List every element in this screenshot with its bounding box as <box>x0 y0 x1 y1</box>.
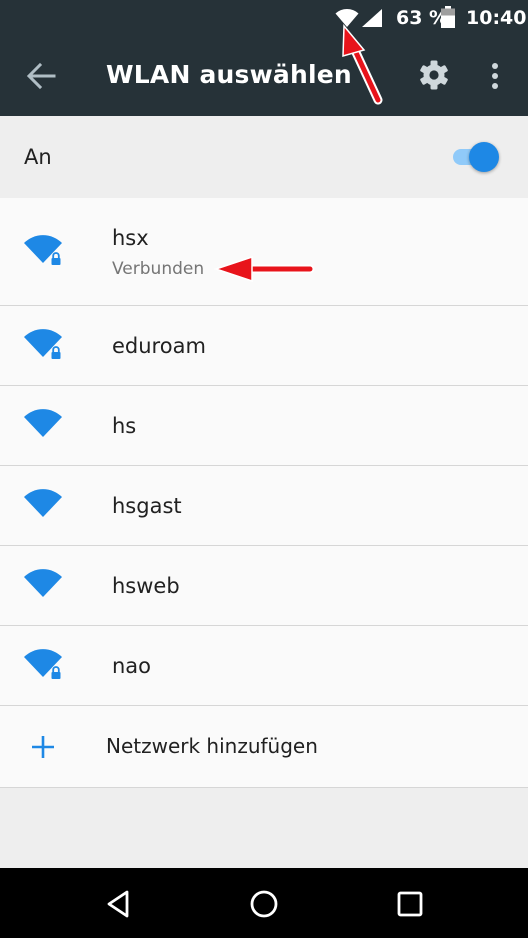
network-ssid: nao <box>112 654 152 678</box>
wlan-switch-label: An <box>24 145 52 169</box>
wifi-lock-icon <box>24 649 62 679</box>
more-vert-icon[interactable] <box>484 60 506 92</box>
network-status: Verbunden <box>112 259 205 279</box>
plus-icon <box>32 736 54 758</box>
wifi-lock-icon <box>24 235 62 265</box>
network-item-eduroam[interactable]: eduroam <box>0 306 528 386</box>
network-ssid: hsweb <box>112 574 180 598</box>
cell-signal-icon <box>362 9 382 27</box>
wifi-icon <box>24 409 62 437</box>
network-ssid: hsgast <box>112 494 182 518</box>
network-item-nao[interactable]: nao <box>0 626 528 706</box>
system-nav-bar <box>0 868 528 938</box>
battery-icon <box>441 6 455 28</box>
settings-gear-icon[interactable] <box>418 59 450 91</box>
nav-recents-icon[interactable] <box>392 886 428 922</box>
network-item-hsgast[interactable]: hsgast <box>0 466 528 546</box>
status-bar: 63 % 10:40 <box>0 0 528 36</box>
wlan-toggle[interactable] <box>453 140 503 174</box>
nav-back-icon[interactable] <box>100 886 136 922</box>
back-arrow-icon[interactable] <box>26 62 56 90</box>
toolbar: WLAN auswählen <box>0 36 528 116</box>
wifi-icon <box>335 9 359 27</box>
network-item-hsx[interactable]: hsx Verbunden <box>0 198 528 306</box>
toggle-thumb <box>469 142 499 172</box>
network-item-hs[interactable]: hs <box>0 386 528 466</box>
page-title: WLAN auswählen <box>106 60 352 89</box>
network-ssid: hsx <box>112 226 149 250</box>
nav-home-icon[interactable] <box>246 886 282 922</box>
clock: 10:40 <box>466 7 527 29</box>
network-list: hsx Verbunden eduroam hs hsgast hsweb na… <box>0 198 528 788</box>
wifi-icon <box>24 489 62 517</box>
network-item-hsweb[interactable]: hsweb <box>0 546 528 626</box>
network-ssid: hs <box>112 414 137 438</box>
wifi-lock-icon <box>24 329 62 359</box>
wlan-master-switch-row[interactable]: An <box>0 116 528 198</box>
add-network-label: Netzwerk hinzufügen <box>106 734 318 758</box>
network-ssid: eduroam <box>112 334 206 358</box>
add-network-button[interactable]: Netzwerk hinzufügen <box>0 706 528 788</box>
wifi-icon <box>24 569 62 597</box>
